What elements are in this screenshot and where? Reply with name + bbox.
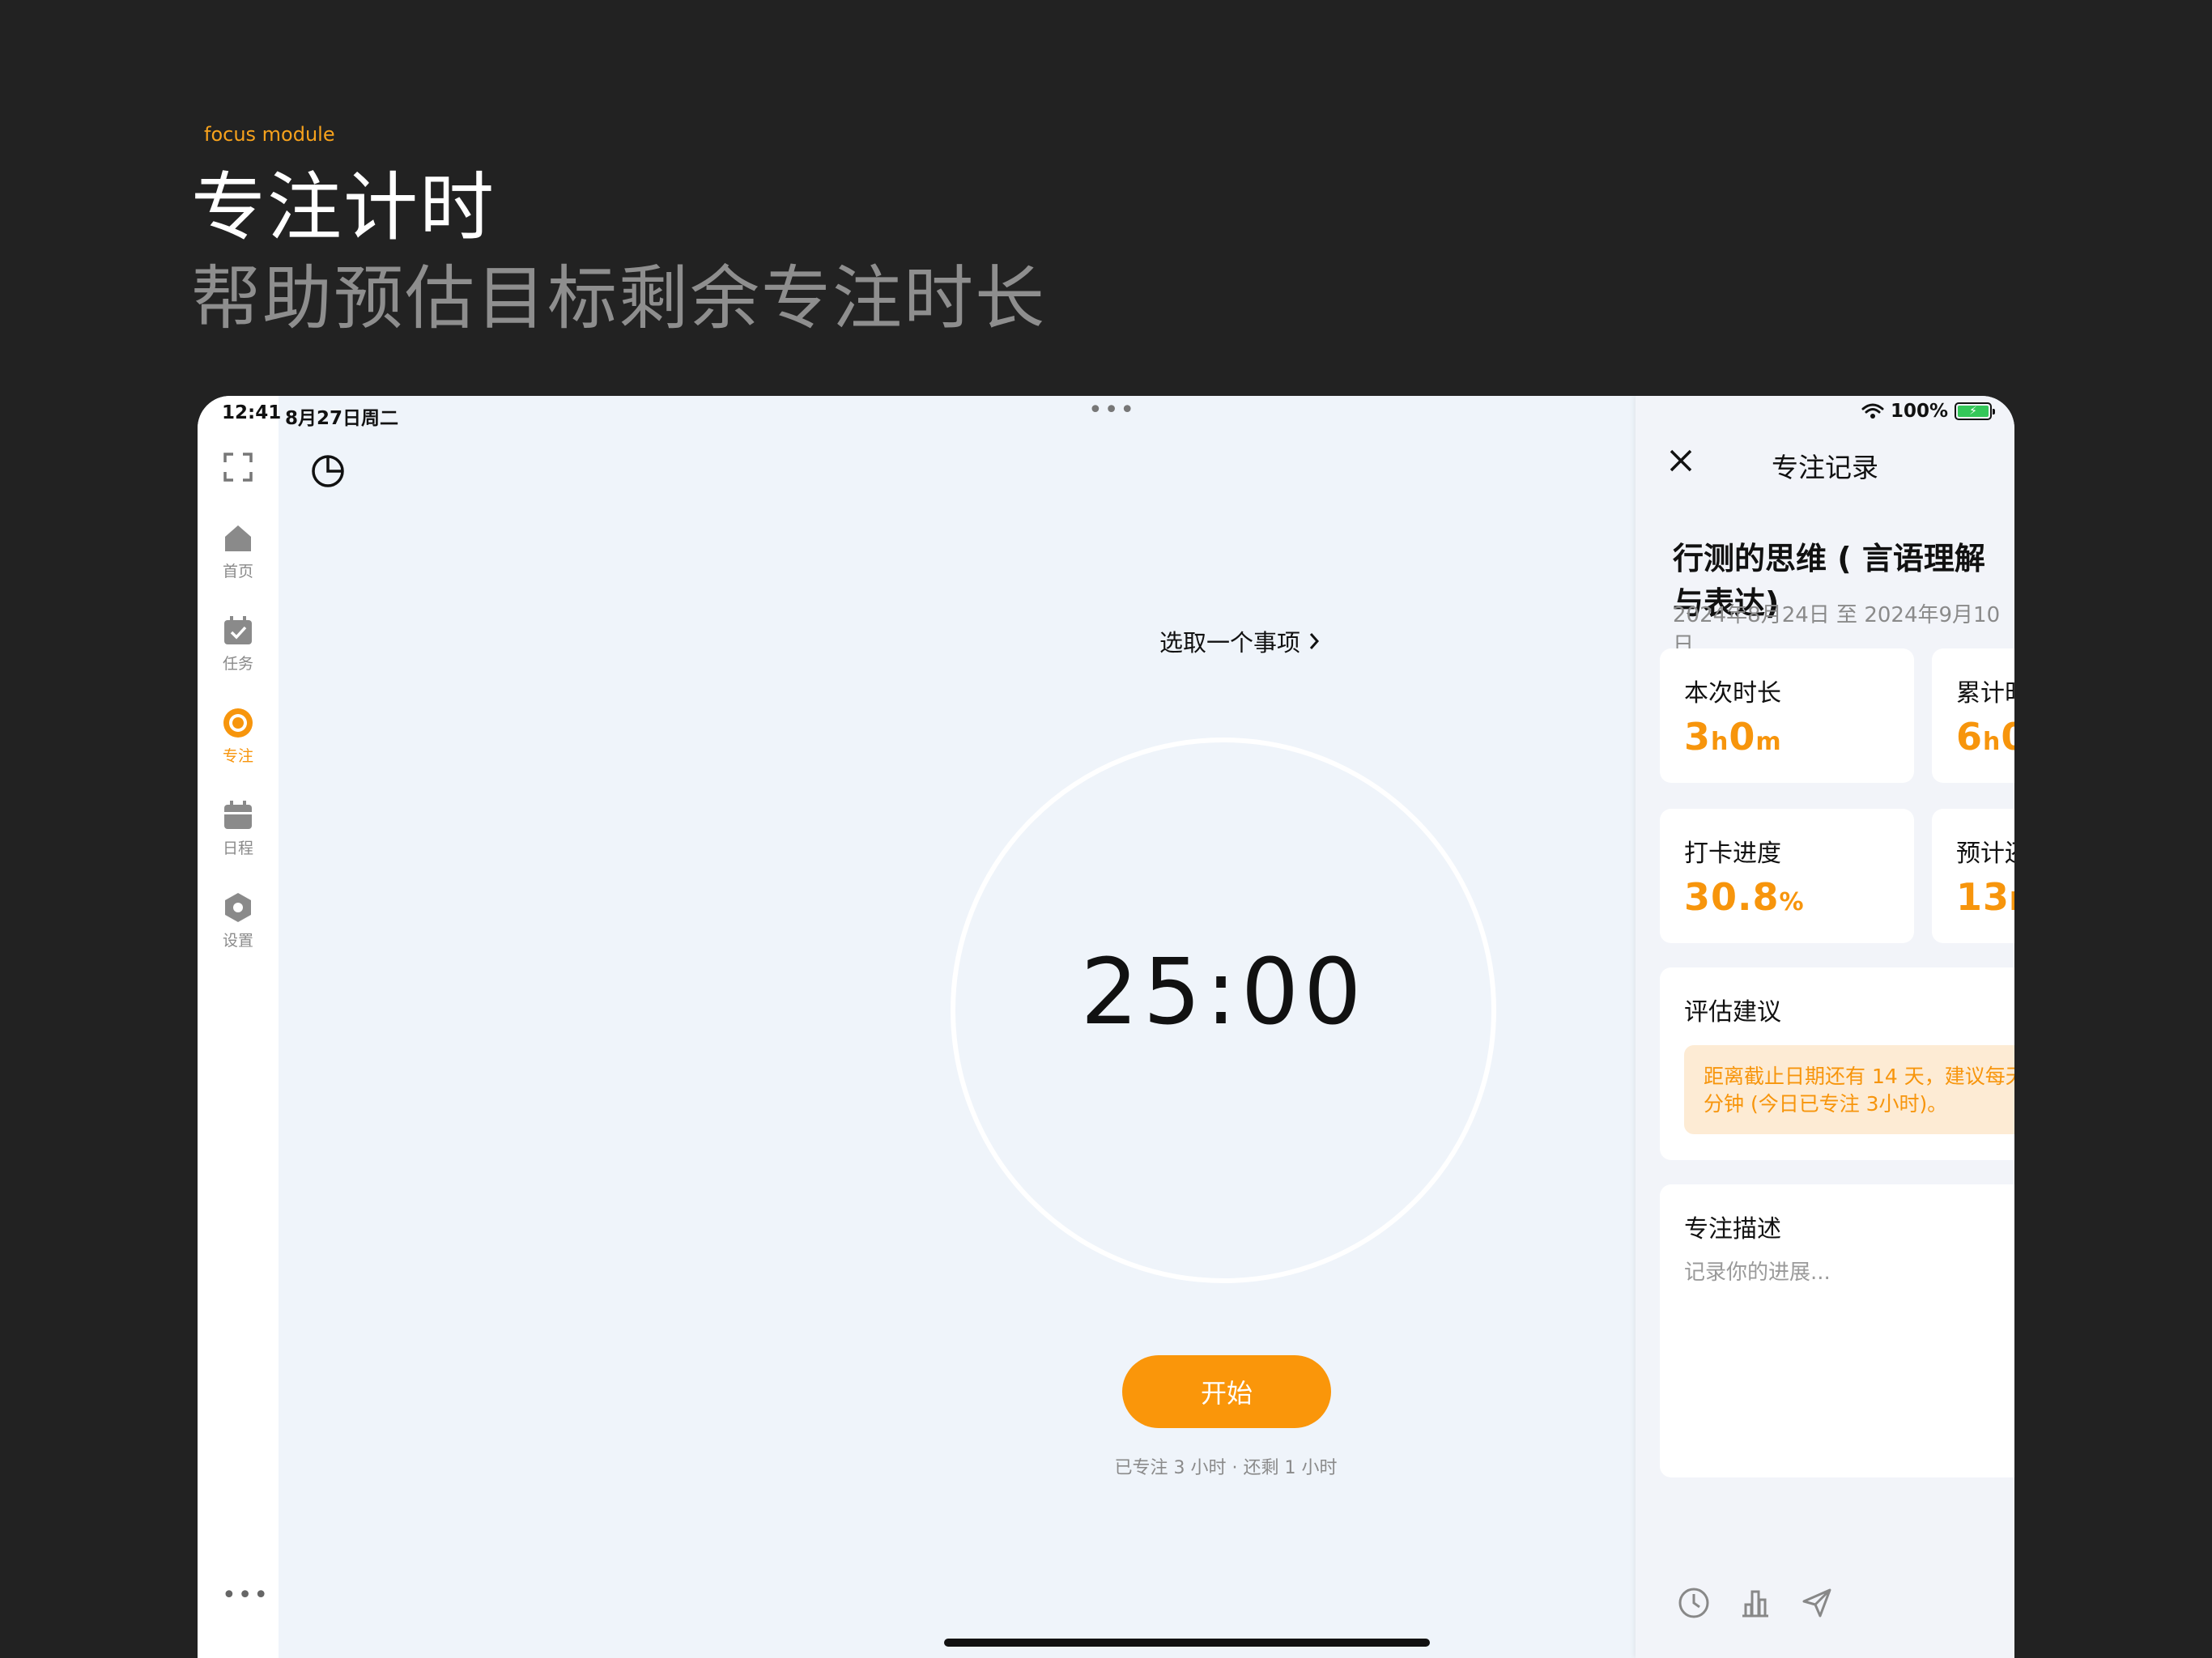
send-icon[interactable]: [1799, 1585, 1835, 1621]
sidebar-item-label: 首页: [222, 563, 253, 580]
multitask-dots-icon[interactable]: •••: [1088, 396, 1136, 424]
description-card: 专注描述: [1660, 1184, 2014, 1477]
stat-label: 累计时长: [1956, 679, 2014, 708]
advice-card: 评估建议 距离截止日期还有 14 天，建议每天至少专注 54分钟 (今日已专注 …: [1660, 967, 2014, 1160]
focus-record-panel: 专注记录 行测的思维 ( 言语理解与表达) 2024年8月24日 至 2024年…: [1636, 396, 2014, 1658]
home-icon: [225, 525, 251, 551]
sidebar-item-home[interactable]: 首页: [198, 522, 279, 581]
stat-label: 预计还需: [1956, 840, 2014, 868]
status-right: 100% ⚡: [1861, 401, 1995, 422]
calendar-icon: [224, 801, 252, 829]
tagline: focus module: [204, 123, 335, 146]
pick-task-label: 选取一个事项: [1159, 629, 1301, 657]
home-indicator[interactable]: [944, 1639, 1430, 1647]
timer-display: 25:00: [1080, 940, 1367, 1045]
stat-value: 13h30m: [1956, 875, 2014, 919]
description-title: 专注描述: [1684, 1215, 1781, 1244]
focus-progress-note: 已专注 3 小时 · 还剩 1 小时: [1114, 1458, 1338, 1478]
clock-icon[interactable]: [1676, 1585, 1712, 1621]
bar-chart-icon[interactable]: [1738, 1585, 1773, 1621]
calendar-check-icon: [224, 616, 252, 644]
sidebar-item-label: 日程: [222, 840, 253, 857]
pick-task-button[interactable]: 选取一个事项: [1159, 624, 1320, 658]
sidebar: 首页 任务 专注 日程 设置 •••: [198, 396, 279, 1658]
stat-card-progress: 打卡进度 30.8%: [1660, 809, 1914, 943]
stat-label: 打卡进度: [1684, 840, 1781, 868]
advice-title: 评估建议: [1684, 998, 1781, 1027]
subheadline: 帮助预估目标剩余专注时长: [191, 258, 1046, 339]
description-input[interactable]: [1684, 1256, 2014, 1450]
panel-toolbar: [1676, 1585, 1835, 1621]
stat-value: 6h0m: [1956, 715, 2014, 759]
stat-card-session: 本次时长 3h0m: [1660, 648, 1914, 783]
focus-target-icon: [223, 708, 253, 738]
stat-card-remaining: 预计还需 13h30m: [1932, 809, 2014, 943]
more-icon[interactable]: •••: [222, 1581, 270, 1609]
sidebar-item-label: 设置: [222, 932, 253, 950]
sidebar-item-label: 任务: [222, 655, 253, 673]
sidebar-item-focus[interactable]: 专注: [198, 707, 279, 766]
panel-header: 专注记录: [1636, 432, 2014, 490]
sidebar-item-label: 专注: [222, 747, 253, 765]
settings-hex-icon: [225, 893, 251, 922]
sidebar-item-tasks[interactable]: 任务: [198, 614, 279, 674]
stat-label: 本次时长: [1684, 679, 1781, 708]
status-bar: 12:41 8月27日周二 ••• 100% ⚡: [198, 396, 2014, 432]
fullscreen-button[interactable]: [198, 451, 279, 483]
panel-title: 专注记录: [1772, 452, 1878, 483]
sidebar-item-settings[interactable]: 设置: [198, 891, 279, 950]
stat-value: 3h0m: [1684, 715, 1782, 759]
wifi-icon: [1861, 403, 1884, 419]
status-time: 12:41: [222, 402, 282, 423]
sidebar-item-schedule[interactable]: 日程: [198, 799, 279, 858]
expand-icon: [223, 453, 253, 482]
start-button[interactable]: 开始: [1122, 1355, 1331, 1428]
chevron-right-icon: [1309, 633, 1320, 649]
focus-main: 选取一个事项 25:00 开始 已专注 3 小时 · 还剩 1 小时: [279, 396, 1636, 1658]
pie-chart-icon[interactable]: [309, 453, 347, 490]
advice-text: 距离截止日期还有 14 天，建议每天至少专注 54分钟 (今日已专注 3小时)。: [1684, 1045, 2014, 1134]
stat-card-total: 累计时长 6h0m: [1932, 648, 2014, 783]
status-date: 8月27日周二: [285, 408, 399, 429]
headline: 专注计时: [191, 164, 496, 251]
battery-icon: ⚡: [1955, 402, 1995, 420]
stat-value: 30.8%: [1684, 875, 1805, 919]
tablet-screen: 12:41 8月27日周二 ••• 100% ⚡ 首页 任务 专注 日程 设置 …: [198, 396, 2014, 1658]
battery-percent: 100%: [1890, 401, 1948, 422]
